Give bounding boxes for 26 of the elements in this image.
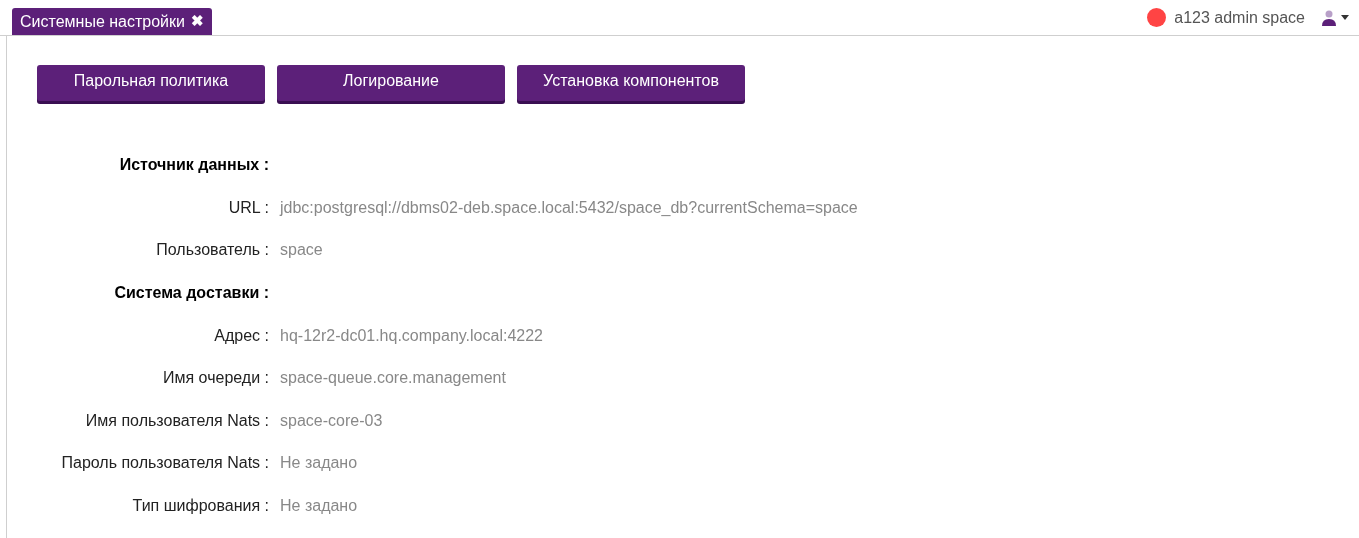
tab-label: Системные настройки: [20, 11, 185, 32]
action-button[interactable]: Парольная политика: [37, 65, 265, 101]
action-button[interactable]: Логирование: [277, 65, 505, 101]
field-value: space-queue.core.management: [280, 368, 506, 389]
field-label: Адрес :: [213, 325, 269, 346]
section-title: Система доставки :: [113, 283, 269, 304]
caret-icon: [1341, 15, 1349, 20]
user-menu-button[interactable]: [1321, 8, 1349, 27]
tab[interactable]: Системные настройки ✖: [12, 8, 212, 35]
user-icon: [1321, 8, 1337, 27]
field-label: Пользователь :: [155, 240, 269, 261]
field-label: URL :: [227, 197, 269, 218]
field-value: Не задано: [280, 453, 358, 474]
field-label: Имя пользователя Nats :: [84, 410, 269, 431]
field-value: space-core-03: [280, 410, 383, 431]
field-label: Пароль пользователя Nats :: [60, 453, 269, 474]
close-button[interactable]: ✖: [190, 10, 204, 33]
section-title: Источник данных :: [118, 155, 269, 176]
field-label: Тип шифрования :: [131, 496, 269, 517]
field-label: Имя очереди :: [162, 368, 269, 389]
action-button[interactable]: Установка компонентов: [517, 65, 745, 101]
field-value: space: [280, 240, 323, 261]
field-value: jdbc:postgresql://dbms02-deb.space.local:5432/space_db?currentSchema=space: [280, 197, 858, 218]
user-name: a123 admin space: [1174, 7, 1305, 28]
field-value: hq-12r2-dc01.hq.company.local:4222: [280, 325, 543, 346]
field-value: Не задано: [280, 496, 358, 517]
